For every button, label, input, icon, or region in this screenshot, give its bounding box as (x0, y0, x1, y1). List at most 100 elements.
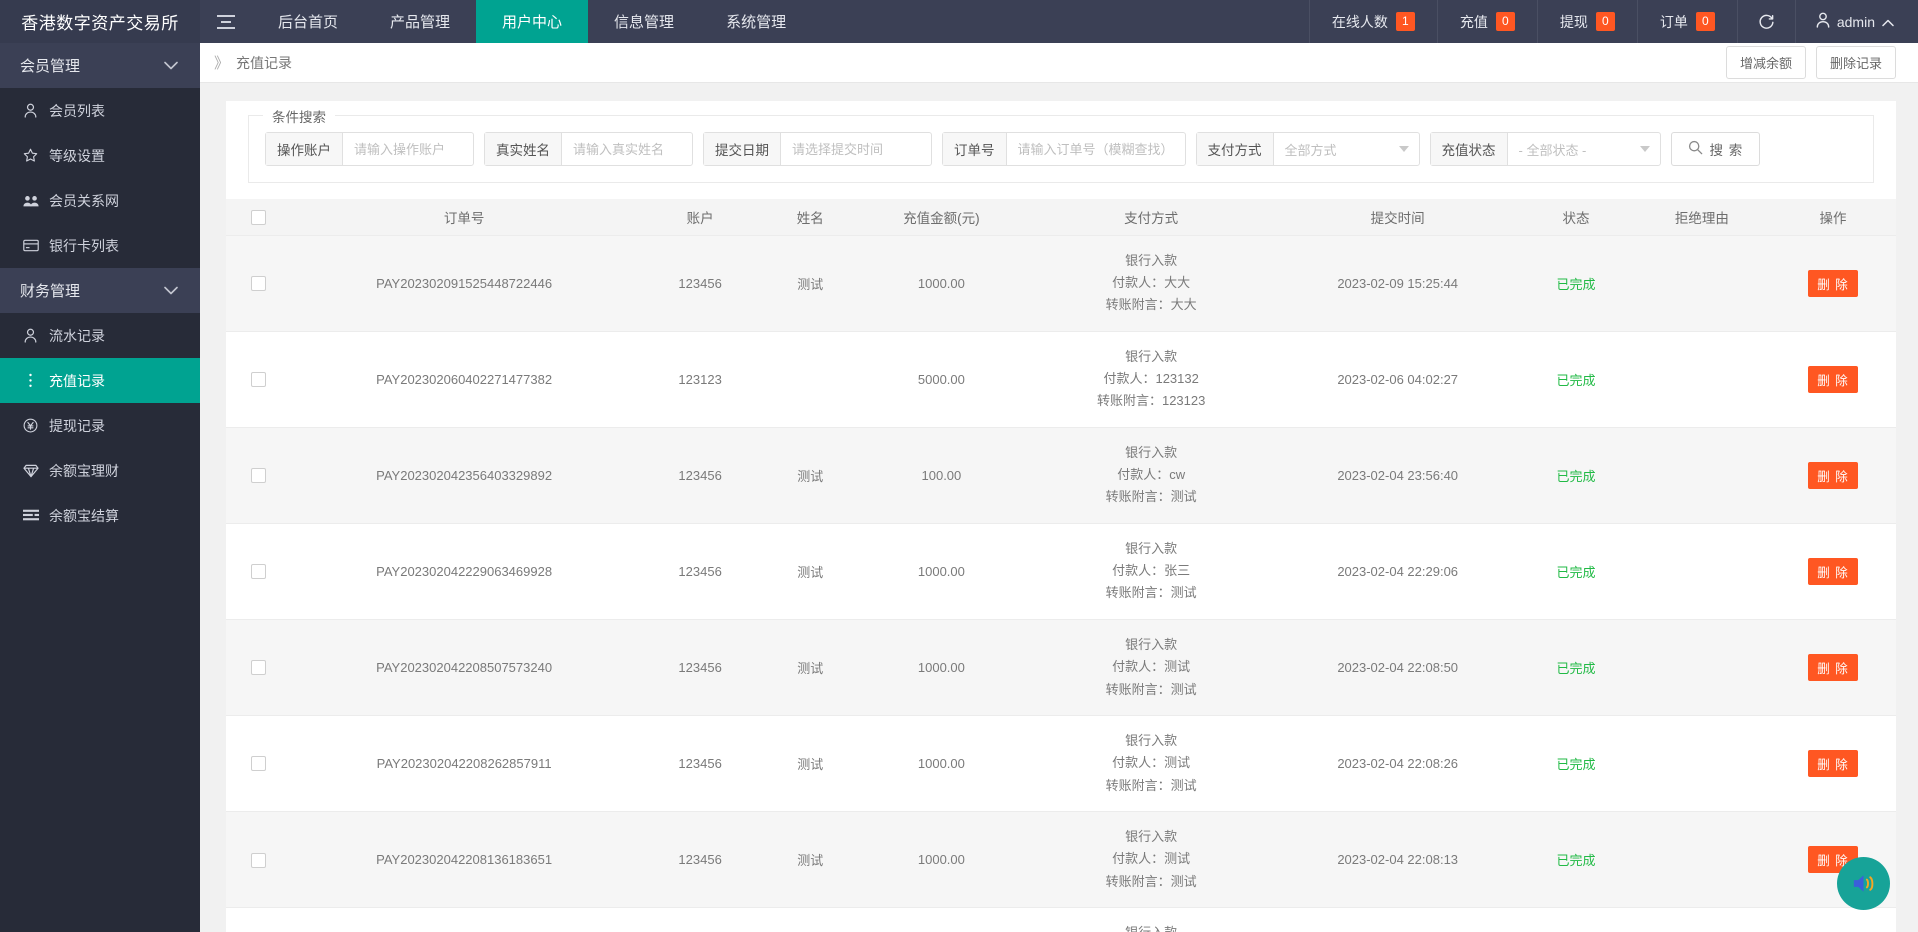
topnav-item-0[interactable]: 后台首页 (252, 0, 364, 43)
table-row[interactable]: PAY202302042229063469928123456测试1000.00银… (226, 523, 1896, 619)
delete-row-button[interactable]: 删 除 (1808, 270, 1857, 297)
pay-payer: 付款人：测试 (1029, 848, 1273, 870)
sidebar-item-relation-network[interactable]: 会员关系网 (0, 178, 200, 223)
delete-row-button[interactable]: 删 除 (1808, 558, 1857, 585)
row-checkbox[interactable] (251, 660, 266, 675)
row-checkbox[interactable] (251, 468, 266, 483)
pay-type: 银行入款 (1029, 250, 1273, 272)
sidebar-item-recharge-record-label: 充值记录 (49, 371, 105, 391)
sidebar-item-level-setting[interactable]: 等级设置 (0, 133, 200, 178)
row-checkbox[interactable] (251, 756, 266, 771)
cell-submit-time: 2023-02-04 22:29:06 (1277, 523, 1518, 619)
status-badge: 已完成 (1556, 277, 1595, 292)
cell-reject-reason (1634, 908, 1770, 932)
cell-reject-reason (1634, 811, 1770, 907)
stat-recharge[interactable]: 充值 0 (1437, 0, 1537, 43)
submit-date-input[interactable] (781, 133, 931, 165)
hamburger-icon[interactable] (200, 0, 252, 43)
pay-payer: 付款人：大大 (1029, 272, 1273, 294)
brand-title: 香港数字资产交易所 (0, 0, 200, 43)
cell-reject-reason (1634, 427, 1770, 523)
stat-withdraw-badge: 0 (1596, 12, 1615, 31)
table-row[interactable]: PAY202302042208262857911123456测试1000.00银… (226, 715, 1896, 811)
search-section: 条件搜索 操作账户 真实姓名 提交日期 (226, 101, 1896, 183)
sidebar-item-flow-record-label: 流水记录 (49, 326, 105, 346)
cell-name: 测试 (763, 523, 857, 619)
topnav-item-3[interactable]: 信息管理 (588, 0, 700, 43)
sidebar-item-yuebao-finance-label: 余额宝理财 (49, 461, 119, 481)
row-checkbox[interactable] (251, 853, 266, 868)
stat-online[interactable]: 在线人数 1 (1309, 0, 1437, 43)
table-row[interactable]: PAY202301302151247983377123456测试50000.00… (226, 908, 1896, 932)
pay-type: 银行入款 (1029, 826, 1273, 848)
col-amount: 充值金额(元) (857, 199, 1025, 235)
row-checkbox[interactable] (251, 372, 266, 387)
stat-order[interactable]: 订单 0 (1637, 0, 1737, 43)
content-area: 》 充值记录 增减余额 删除记录 条件搜索 操作账户 (200, 43, 1918, 932)
pay-payer: 付款人：张三 (1029, 560, 1273, 582)
sidebar-item-yuebao-settlement[interactable]: 余额宝结算 (0, 493, 200, 538)
topnav-item-1[interactable]: 产品管理 (364, 0, 476, 43)
real-name-input[interactable] (562, 133, 692, 165)
top-header: 香港数字资产交易所 后台首页 产品管理 用户中心 信息管理 系统管理 在线人数 … (0, 0, 1918, 43)
sidebar-item-relation-network-label: 会员关系网 (49, 191, 119, 211)
sidebar-group-member[interactable]: 会员管理 (0, 43, 200, 88)
pay-method-select[interactable]: 全部方式 (1274, 133, 1419, 165)
cell-submit-time: 2023-02-09 15:25:44 (1277, 235, 1518, 331)
order-no-label: 订单号 (943, 133, 1007, 165)
pay-memo: 转账附言：测试 (1029, 486, 1273, 508)
delete-row-button[interactable]: 删 除 (1808, 750, 1857, 777)
topnav-item-2[interactable]: 用户中心 (476, 0, 588, 43)
table-row[interactable]: PAY202302042208507573240123456测试1000.00银… (226, 619, 1896, 715)
operator-account-input[interactable] (343, 133, 473, 165)
select-all-header (226, 199, 291, 235)
row-checkbox[interactable] (251, 564, 266, 579)
search-button[interactable]: 搜 索 (1671, 132, 1761, 166)
cell-order: PAY202302042208507573240 (291, 619, 637, 715)
user-icon (22, 103, 39, 118)
stat-withdraw[interactable]: 提现 0 (1537, 0, 1637, 43)
status-badge: 已完成 (1556, 853, 1595, 868)
user-menu[interactable]: admin (1795, 0, 1918, 43)
col-name: 姓名 (763, 199, 857, 235)
star-icon (22, 148, 39, 163)
row-checkbox[interactable] (251, 276, 266, 291)
table-row[interactable]: PAY202302042208136183651123456测试1000.00银… (226, 811, 1896, 907)
sidebar-item-yuebao-finance[interactable]: 余额宝理财 (0, 448, 200, 493)
table-body: PAY202302091525448722446123456测试1000.00银… (226, 235, 1896, 932)
sidebar-item-flow-record[interactable]: 流水记录 (0, 313, 200, 358)
delete-row-button[interactable]: 删 除 (1808, 462, 1857, 489)
sidebar-item-withdraw-record-label: 提现记录 (49, 416, 105, 436)
table-row[interactable]: PAY202302091525448722446123456测试1000.00银… (226, 235, 1896, 331)
topnav-item-4[interactable]: 系统管理 (700, 0, 812, 43)
pay-type: 银行入款 (1029, 634, 1273, 656)
refresh-icon[interactable] (1737, 0, 1795, 43)
select-all-checkbox[interactable] (251, 210, 266, 225)
stat-online-label: 在线人数 (1332, 12, 1388, 32)
table-row[interactable]: PAY2023020604022714773821231235000.00银行入… (226, 331, 1896, 427)
cell-pay-method: 银行入款付款人：大大转账附言：大大 (1025, 235, 1277, 331)
sidebar-item-member-list-label: 会员列表 (49, 101, 105, 121)
cell-pay-method: 银行入款付款人：测试转账附言：测试 (1025, 715, 1277, 811)
adjust-balance-button[interactable]: 增减余额 (1726, 46, 1806, 79)
delete-records-button[interactable]: 删除记录 (1816, 46, 1896, 79)
sidebar-item-withdraw-record[interactable]: 提现记录 (0, 403, 200, 448)
order-no-input[interactable] (1007, 133, 1185, 165)
cell-amount: 1000.00 (857, 811, 1025, 907)
recharge-status-select[interactable]: - 全部状态 - (1508, 133, 1660, 165)
recharge-table: 订单号 账户 姓名 充值金额(元) 支付方式 提交时间 状态 拒绝理由 操作 P… (226, 199, 1896, 932)
pay-type: 银行入款 (1029, 922, 1273, 932)
sound-icon[interactable] (1837, 857, 1890, 910)
row-select-cell (226, 619, 291, 715)
delete-row-button[interactable]: 删 除 (1808, 654, 1857, 681)
sidebar-item-recharge-record[interactable]: 充值记录 (0, 358, 200, 403)
table-row[interactable]: PAY202302042356403329892123456测试100.00银行… (226, 427, 1896, 523)
stat-recharge-label: 充值 (1460, 12, 1488, 32)
sidebar-item-bank-card-list[interactable]: 银行卡列表 (0, 223, 200, 268)
cell-reject-reason (1634, 715, 1770, 811)
col-status: 状态 (1518, 199, 1633, 235)
sidebar-group-finance[interactable]: 财务管理 (0, 268, 200, 313)
sidebar-item-member-list[interactable]: 会员列表 (0, 88, 200, 133)
delete-row-button[interactable]: 删 除 (1808, 366, 1857, 393)
main-panel: 条件搜索 操作账户 真实姓名 提交日期 (226, 101, 1896, 932)
